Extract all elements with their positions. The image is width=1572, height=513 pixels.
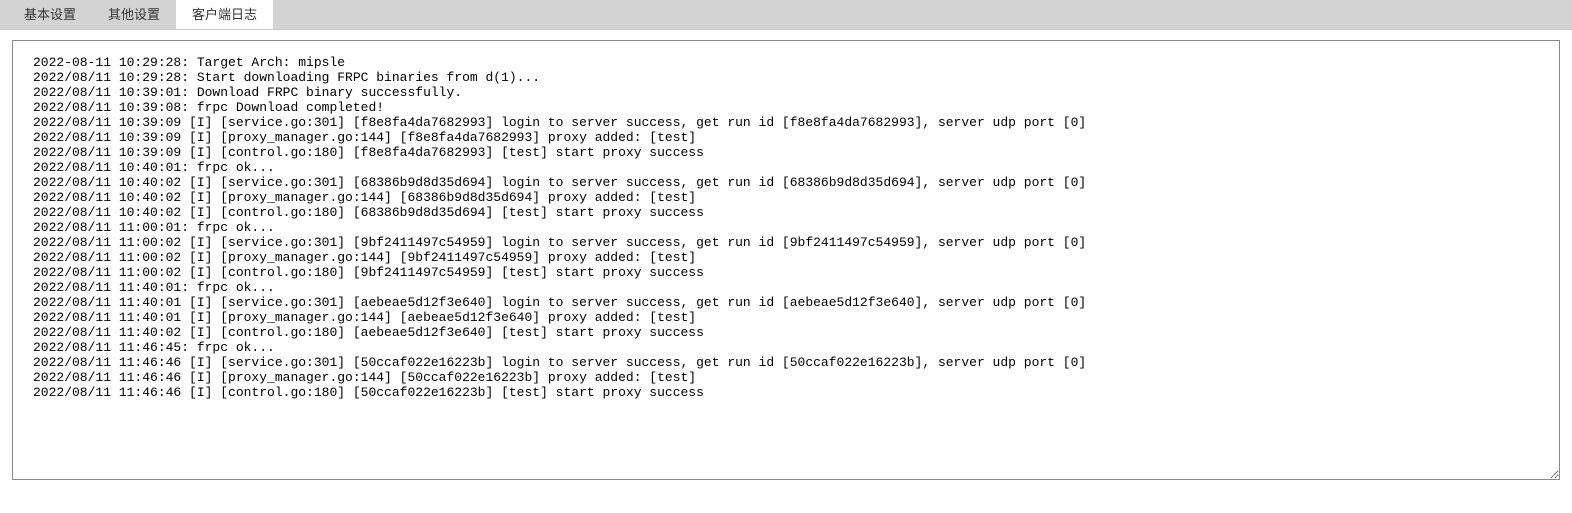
content-area (0, 30, 1572, 495)
tab-bar: 基本设置 其他设置 客户端日志 (0, 0, 1572, 30)
tab-basic-settings[interactable]: 基本设置 (8, 0, 92, 29)
tab-other-settings[interactable]: 其他设置 (92, 0, 176, 29)
tab-client-log[interactable]: 客户端日志 (176, 0, 273, 29)
client-log-textarea[interactable] (12, 40, 1560, 480)
